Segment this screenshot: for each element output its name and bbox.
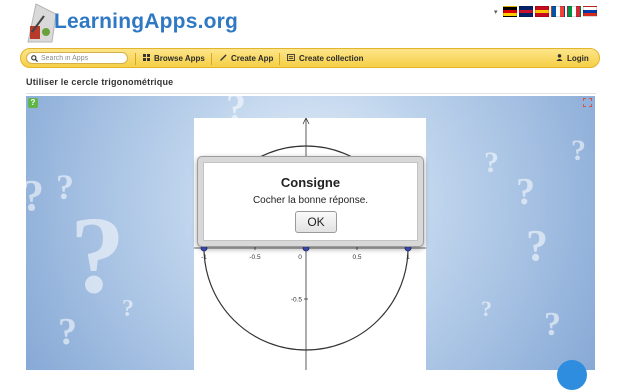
dialog-message: Cocher la bonne réponse. [252,195,369,206]
background-question-mark: ? [571,134,586,167]
language-selector: ▾ [494,6,597,17]
help-icon[interactable]: ? [28,98,38,108]
spanish-flag[interactable] [534,6,549,17]
dialog-body: Consigne Cocher la bonne réponse. OK [203,162,418,241]
title-divider [26,93,596,94]
page-title: Utiliser le cercle trigonométrique [26,77,174,87]
ok-button[interactable]: OK [295,211,337,233]
login-button[interactable]: Login [556,52,589,65]
create-collection-label: Create collection [299,54,364,63]
fullscreen-icon[interactable] [582,97,593,108]
x-tick-label: 0.5 [352,254,361,261]
pencil-icon [220,54,227,63]
create-collection-button[interactable]: Create collection [287,52,363,65]
search-input[interactable] [38,53,125,63]
x-tick-label: -0.5 [249,254,261,261]
login-label: Login [567,54,589,63]
toolbar-divider [211,53,212,65]
y-tick-label: -0.5 [291,297,303,304]
create-app-button[interactable]: Create App [220,52,273,65]
site-logo[interactable]: LearningApps.org [54,10,238,34]
uk-flag[interactable] [518,6,533,17]
chat-bubble-icon[interactable] [557,360,587,390]
create-app-label: Create App [231,54,274,63]
browse-apps-label: Browse Apps [154,54,205,63]
french-flag[interactable] [550,6,565,17]
dialog-title: Consigne [280,175,341,190]
toolbar-divider [279,53,280,65]
browse-apps-button[interactable]: Browse Apps [143,52,205,65]
toolbar-divider [135,53,136,65]
search-icon [31,54,38,62]
russian-flag[interactable] [582,6,597,17]
background-question-mark: ? [526,221,548,270]
chevron-down-icon[interactable]: ▾ [494,8,498,16]
background-question-mark: ? [58,311,77,353]
grid-icon [143,54,150,63]
background-question-mark: ? [26,170,44,221]
background-question-mark: ? [544,306,561,343]
german-flag[interactable] [502,6,517,17]
background-question-mark: ? [516,171,535,213]
background-question-mark: ? [481,296,492,321]
search-box[interactable] [26,52,128,64]
instruction-dialog: Consigne Cocher la bonne réponse. OK [197,156,424,247]
x-tick-label: 0 [298,254,302,261]
background-question-mark: ? [70,194,125,316]
background-question-mark: ? [122,296,134,322]
collection-icon [287,54,295,63]
background-question-mark: ? [484,146,499,179]
user-icon [556,54,563,63]
x-tick-label: 1 [406,254,410,261]
italian-flag[interactable] [566,6,581,17]
x-tick-label: -1 [201,254,207,261]
main-toolbar: Browse Apps Create App Create collection… [20,48,600,68]
